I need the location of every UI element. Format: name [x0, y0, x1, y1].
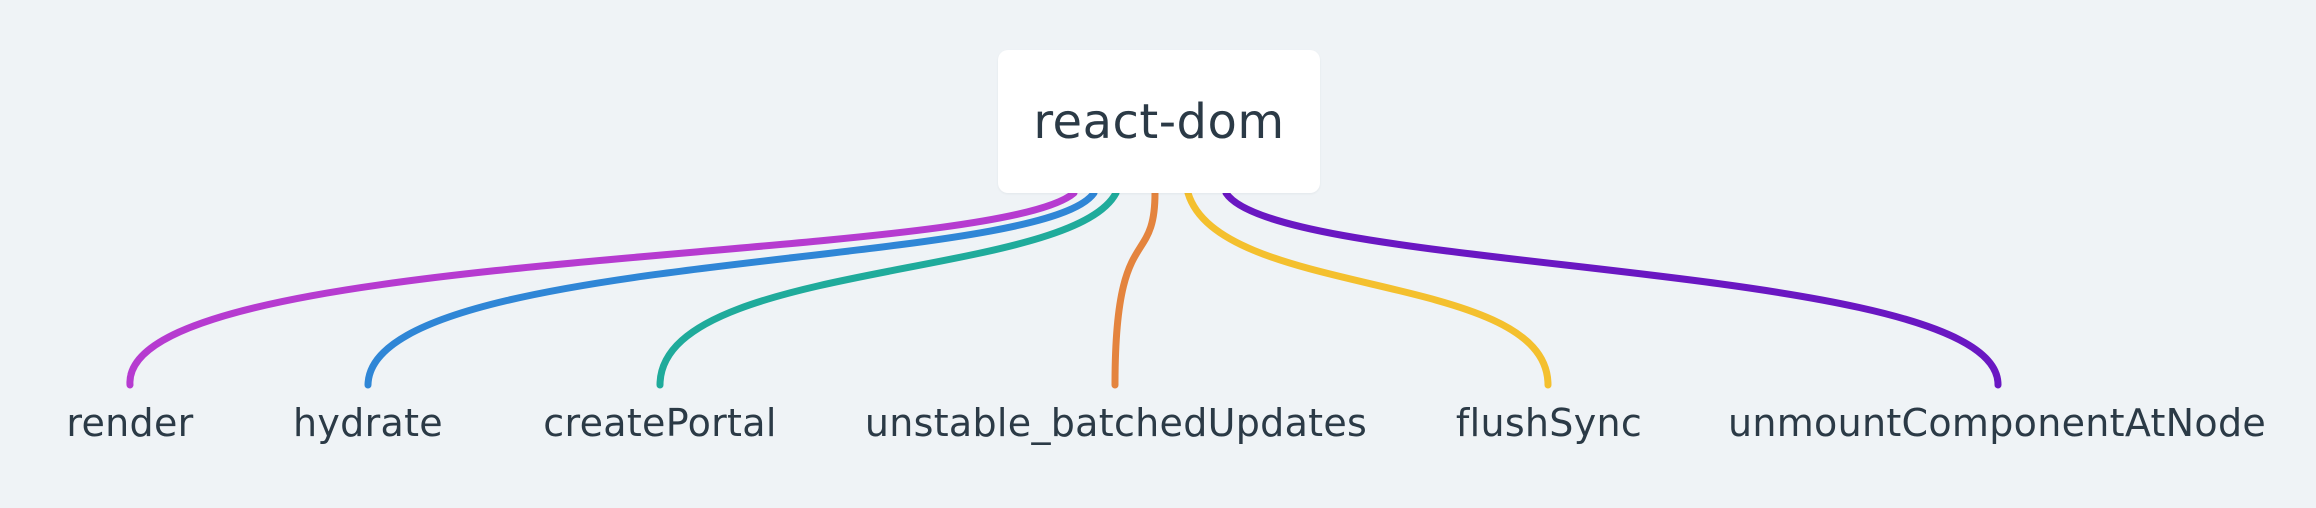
edge-render [126, 189, 1078, 389]
edge-unstable-batchedupdates [1111, 189, 1159, 389]
edge-createportal [656, 189, 1120, 389]
edge-flushsync [1184, 189, 1552, 389]
leaf-node-render[interactable]: render [66, 395, 193, 451]
root-node[interactable]: react-dom [998, 50, 1320, 193]
leaf-node-hydrate[interactable]: hydrate [293, 395, 443, 451]
leaf-node-flushsync[interactable]: flushSync [1456, 395, 1642, 451]
leaf-node-unmountcomponentatnode[interactable]: unmountComponentAtNode [1728, 395, 2266, 451]
leaf-node-createportal[interactable]: createPortal [543, 395, 776, 451]
root-node-label: react-dom [1033, 93, 1285, 150]
leaf-node-unstable-batchedupdates[interactable]: unstable_batchedUpdates [865, 395, 1367, 451]
mind-map: react-dom render hydrate createPortal un… [0, 0, 2316, 508]
edge-unmountcomponentatnode [1222, 189, 2002, 389]
